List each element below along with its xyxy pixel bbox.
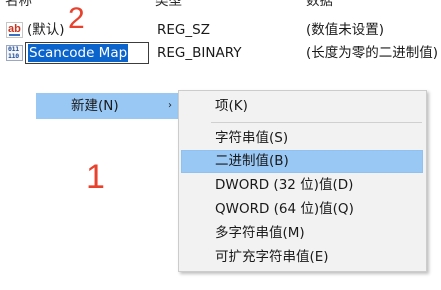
submenu-item-key[interactable]: 项(K) [181, 95, 423, 118]
menu-separator [211, 122, 422, 123]
registry-value-row[interactable]: ab (默认) REG_SZ (数值未设置) [0, 18, 441, 42]
new-submenu: 项(K) 字符串值(S) 二进制值(B) DWORD (32 位)值(D) QW… [178, 90, 427, 272]
value-data: (长度为零的二进制值) [306, 45, 439, 61]
submenu-item-label: 项(K) [215, 98, 248, 114]
submenu-item-string-value[interactable]: 字符串值(S) [181, 127, 423, 150]
submenu-item-label: QWORD (64 位)值(Q) [215, 201, 354, 217]
column-header-data[interactable]: 数据 [306, 0, 333, 10]
value-data: (数值未设置) [306, 22, 385, 38]
submenu-item-multi-string-value[interactable]: 多字符串值(M) [181, 222, 423, 245]
chevron-right-icon: › [168, 100, 172, 111]
submenu-item-label: 字符串值(S) [215, 130, 289, 146]
submenu-item-qword-value[interactable]: QWORD (64 位)值(Q) [181, 198, 423, 221]
binary-value-icon: 011 110 [6, 45, 23, 61]
submenu-item-binary-value[interactable]: 二进制值(B) [181, 150, 423, 173]
string-value-icon: ab [6, 22, 23, 38]
annotation-step-1: 1 [86, 158, 105, 196]
rename-field-selected-text[interactable]: Scancode Map [28, 44, 129, 62]
column-header-name[interactable]: 名称 [5, 0, 32, 10]
submenu-item-label: 二进制值(B) [215, 153, 289, 169]
submenu-item-label: 可扩充字符串值(E) [215, 249, 329, 265]
registry-value-row[interactable]: 011 110 Scancode Map REG_BINARY (长度为零的二进制… [0, 41, 441, 65]
value-name[interactable]: (默认) [27, 18, 65, 42]
rename-field[interactable]: Scancode Map [25, 42, 149, 64]
column-header-type[interactable]: 类型 [155, 0, 182, 10]
annotation-step-2: 2 [68, 2, 85, 35]
submenu-item-label: 多字符串值(M) [215, 225, 305, 241]
context-menu-new[interactable]: 新建(N) › [36, 93, 182, 119]
submenu-item-dword-value[interactable]: DWORD (32 位)值(D) [181, 174, 423, 197]
binary-value-icon-text: 011 110 [8, 45, 19, 60]
context-menu-new-label: 新建(N) [71, 98, 119, 114]
value-type: REG_SZ [157, 22, 210, 38]
value-type: REG_BINARY [157, 45, 242, 61]
submenu-item-label: DWORD (32 位)值(D) [215, 177, 354, 193]
submenu-item-expandable-string-value[interactable]: 可扩充字符串值(E) [181, 246, 423, 269]
